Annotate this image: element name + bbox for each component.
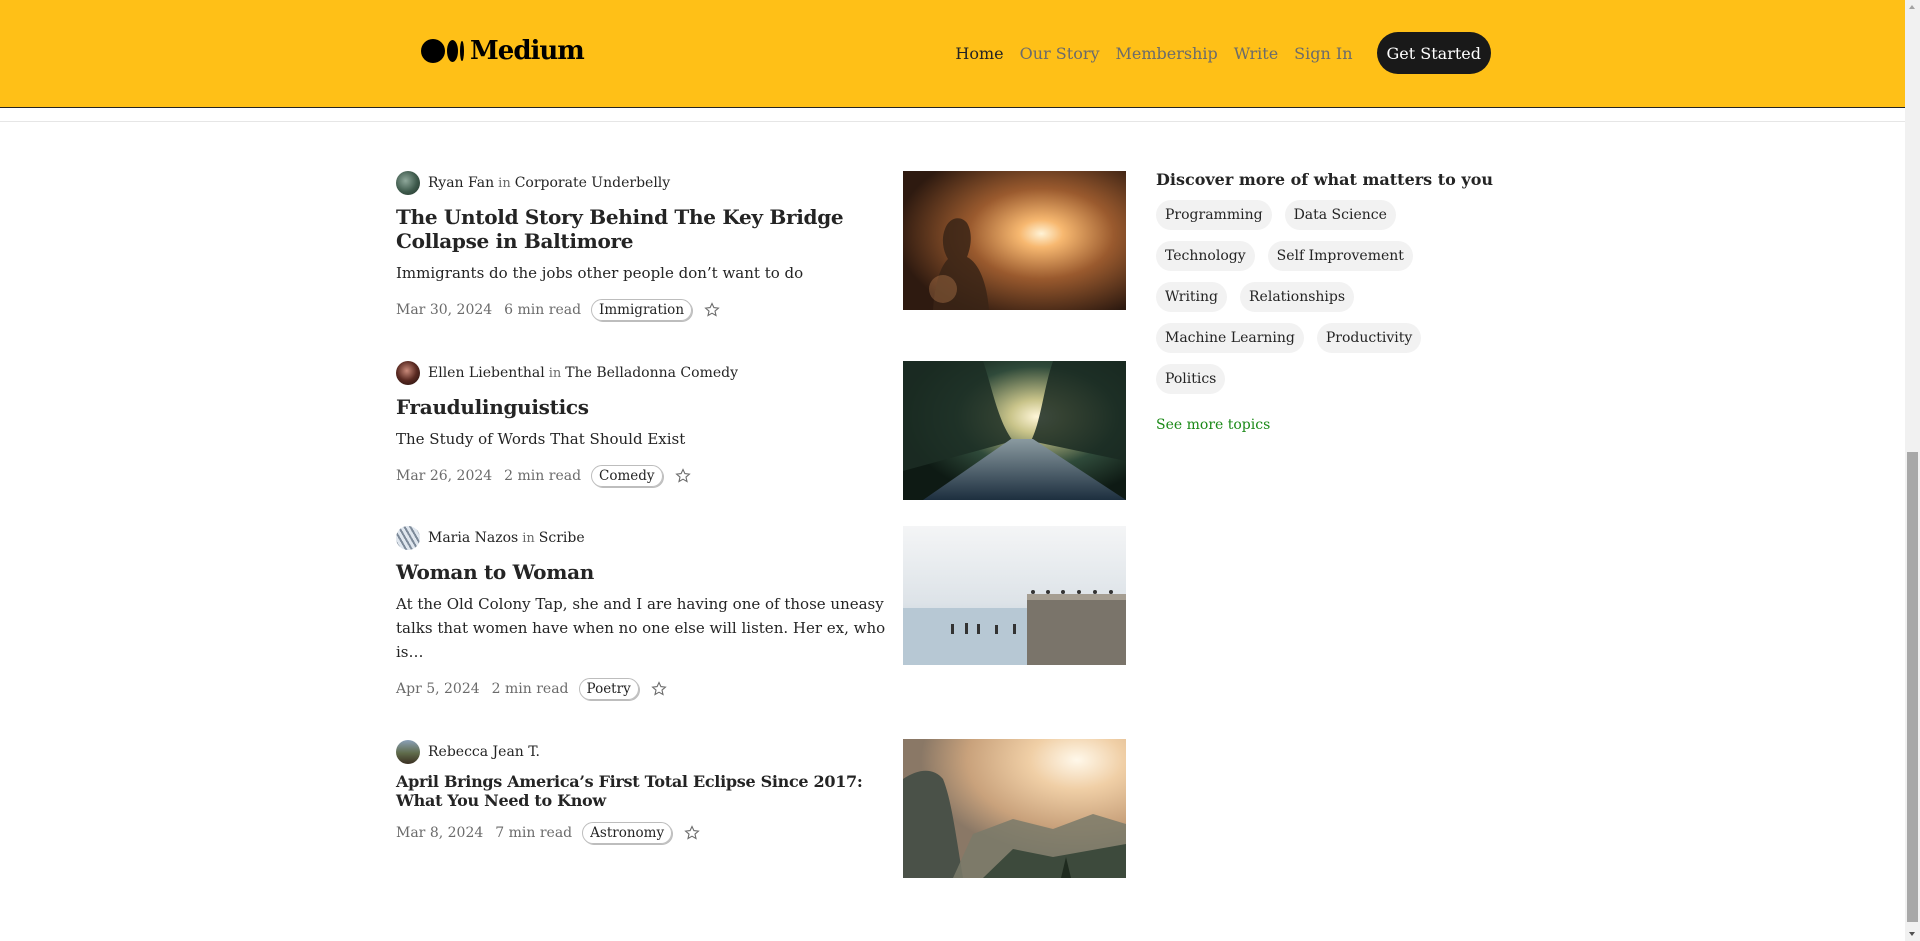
site-header: Medium Home Our Story Membership Write S… bbox=[0, 0, 1905, 108]
tree-road-image bbox=[903, 361, 1126, 500]
page-scrollbar[interactable] bbox=[1905, 0, 1920, 941]
get-started-button[interactable]: Get Started bbox=[1376, 32, 1491, 74]
publication-name[interactable]: The Belladonna Comedy bbox=[565, 365, 738, 381]
article-title[interactable]: The Untold Story Behind The Key Bridge C… bbox=[396, 205, 886, 253]
mountain-valley-image bbox=[903, 739, 1126, 878]
article-meta: Mar 26, 2024 2 min read Comedy bbox=[396, 465, 886, 487]
topic-tag[interactable]: Poetry bbox=[578, 678, 639, 700]
author-row: Maria Nazos in Scribe bbox=[396, 526, 886, 550]
nav-write[interactable]: Write bbox=[1234, 44, 1278, 63]
topic-politics[interactable]: Politics bbox=[1156, 364, 1226, 394]
nav-membership[interactable]: Membership bbox=[1116, 44, 1218, 63]
in-label: in bbox=[522, 530, 535, 546]
medium-logo-icon bbox=[421, 39, 464, 63]
discover-sidebar: Discover more of what matters to you Pro… bbox=[1156, 170, 1496, 433]
nav-our-story[interactable]: Our Story bbox=[1020, 44, 1100, 63]
in-label: in bbox=[548, 365, 562, 381]
article-title[interactable]: Woman to Woman bbox=[396, 560, 886, 584]
logo-text: Medium bbox=[470, 36, 585, 66]
read-time: 6 min read bbox=[504, 302, 582, 318]
read-time: 2 min read bbox=[504, 468, 582, 484]
seawall-birds-image bbox=[903, 526, 1126, 665]
topic-tag[interactable]: Comedy bbox=[591, 465, 663, 487]
header-divider bbox=[0, 121, 1905, 122]
article-content: Maria Nazos in Scribe Woman to Woman At … bbox=[396, 526, 886, 700]
article-meta: Mar 8, 2024 7 min read Astronomy bbox=[396, 822, 886, 844]
scroll-up-arrow-icon[interactable] bbox=[1909, 5, 1915, 9]
star-icon[interactable] bbox=[684, 825, 700, 841]
article-thumbnail[interactable] bbox=[903, 739, 1126, 878]
article-thumbnail[interactable] bbox=[903, 361, 1126, 500]
star-icon[interactable] bbox=[704, 302, 720, 318]
topic-technology[interactable]: Technology bbox=[1156, 241, 1255, 271]
article-date: Mar 26, 2024 bbox=[396, 468, 493, 484]
nav-home[interactable]: Home bbox=[955, 44, 1003, 63]
author-name[interactable]: Ellen Liebenthal bbox=[428, 365, 545, 381]
read-time: 7 min read bbox=[495, 825, 573, 841]
author-name[interactable]: Maria Nazos bbox=[428, 530, 518, 546]
scroll-down-arrow-icon[interactable] bbox=[1909, 932, 1915, 936]
publication-name[interactable]: Corporate Underbelly bbox=[515, 175, 671, 191]
author-row: Rebecca Jean T. bbox=[396, 740, 886, 764]
topic-relationships[interactable]: Relationships bbox=[1240, 282, 1355, 312]
article-content: Ellen Liebenthal in The Belladonna Comed… bbox=[396, 361, 886, 487]
author-avatar[interactable] bbox=[396, 171, 420, 195]
topic-machine-learning[interactable]: Machine Learning bbox=[1156, 323, 1304, 353]
medium-logo[interactable]: Medium bbox=[421, 36, 585, 66]
author-name[interactable]: Rebecca Jean T. bbox=[428, 744, 540, 760]
author-row: Ryan Fan in Corporate Underbelly bbox=[396, 171, 886, 195]
article-content: Ryan Fan in Corporate Underbelly The Unt… bbox=[396, 171, 886, 321]
author-name[interactable]: Ryan Fan bbox=[428, 175, 494, 191]
star-icon[interactable] bbox=[674, 468, 691, 484]
topic-tag[interactable]: Astronomy bbox=[582, 822, 673, 844]
scrollbar-thumb[interactable] bbox=[1907, 452, 1918, 922]
author-avatar[interactable] bbox=[396, 526, 420, 550]
article-title[interactable]: April Brings America’s First Total Eclip… bbox=[396, 772, 886, 810]
see-more-topics-link[interactable]: See more topics bbox=[1156, 417, 1496, 433]
article-date: Apr 5, 2024 bbox=[396, 681, 480, 697]
article-date: Mar 30, 2024 bbox=[396, 302, 493, 318]
author-row: Ellen Liebenthal in The Belladonna Comed… bbox=[396, 361, 886, 385]
article-content: Rebecca Jean T. April Brings America’s F… bbox=[396, 740, 886, 844]
author-avatar[interactable] bbox=[396, 740, 420, 764]
sidebar-title: Discover more of what matters to you bbox=[1156, 170, 1493, 189]
article-thumbnail[interactable] bbox=[903, 171, 1126, 310]
in-label: in bbox=[498, 175, 511, 191]
topic-data-science[interactable]: Data Science bbox=[1284, 200, 1396, 230]
article-date: Mar 8, 2024 bbox=[396, 825, 484, 841]
publication-name[interactable]: Scribe bbox=[539, 530, 585, 546]
article-meta: Apr 5, 2024 2 min read Poetry bbox=[396, 678, 886, 700]
topic-writing[interactable]: Writing bbox=[1156, 282, 1228, 312]
article-subtitle[interactable]: At the Old Colony Tap, she and I are hav… bbox=[396, 592, 886, 664]
article-subtitle[interactable]: The Study of Words That Should Exist bbox=[396, 427, 886, 451]
topic-list: Programming Data Science Technology Self… bbox=[1156, 200, 1496, 405]
topic-productivity[interactable]: Productivity bbox=[1316, 323, 1422, 353]
article-thumbnail[interactable] bbox=[903, 526, 1126, 665]
topic-self-improvement[interactable]: Self Improvement bbox=[1267, 241, 1413, 271]
article-title[interactable]: Fraudulinguistics bbox=[396, 395, 886, 419]
read-time: 2 min read bbox=[491, 681, 569, 697]
topic-tag[interactable]: Immigration bbox=[591, 299, 693, 321]
nav-sign-in[interactable]: Sign In bbox=[1294, 44, 1352, 63]
star-icon[interactable] bbox=[651, 681, 667, 697]
author-avatar[interactable] bbox=[396, 361, 420, 385]
article-meta: Mar 30, 2024 6 min read Immigration bbox=[396, 299, 886, 321]
top-nav: Home Our Story Membership Write Sign In … bbox=[939, 32, 1491, 74]
article-subtitle[interactable]: Immigrants do the jobs other people don’… bbox=[396, 261, 886, 285]
topic-programming[interactable]: Programming bbox=[1156, 200, 1272, 230]
person-sunset-image bbox=[903, 171, 1126, 310]
